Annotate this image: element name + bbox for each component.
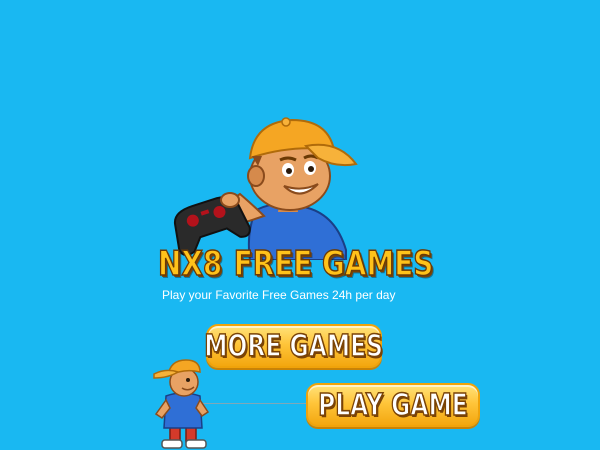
gamer-boy-with-controller-icon xyxy=(173,117,358,260)
game-logo: NX8 FREE GAMES xyxy=(157,243,434,285)
more-games-label: MORE GAMES xyxy=(204,328,384,365)
play-game-button[interactable]: PLAY GAME xyxy=(306,383,480,427)
logo-brand: NX8 xyxy=(157,243,223,285)
more-games-button[interactable]: MORE GAMES xyxy=(204,324,384,368)
play-game-label: PLAY GAME xyxy=(318,387,469,424)
logo-subtitle: FREE GAMES xyxy=(233,243,434,285)
game-start-screen: NX8 FREE GAMES Play your Favorite Free Ga… xyxy=(0,0,600,450)
tagline: Play your Favorite Free Games 24h per da… xyxy=(162,288,396,302)
running-boy-character-icon xyxy=(153,359,210,449)
